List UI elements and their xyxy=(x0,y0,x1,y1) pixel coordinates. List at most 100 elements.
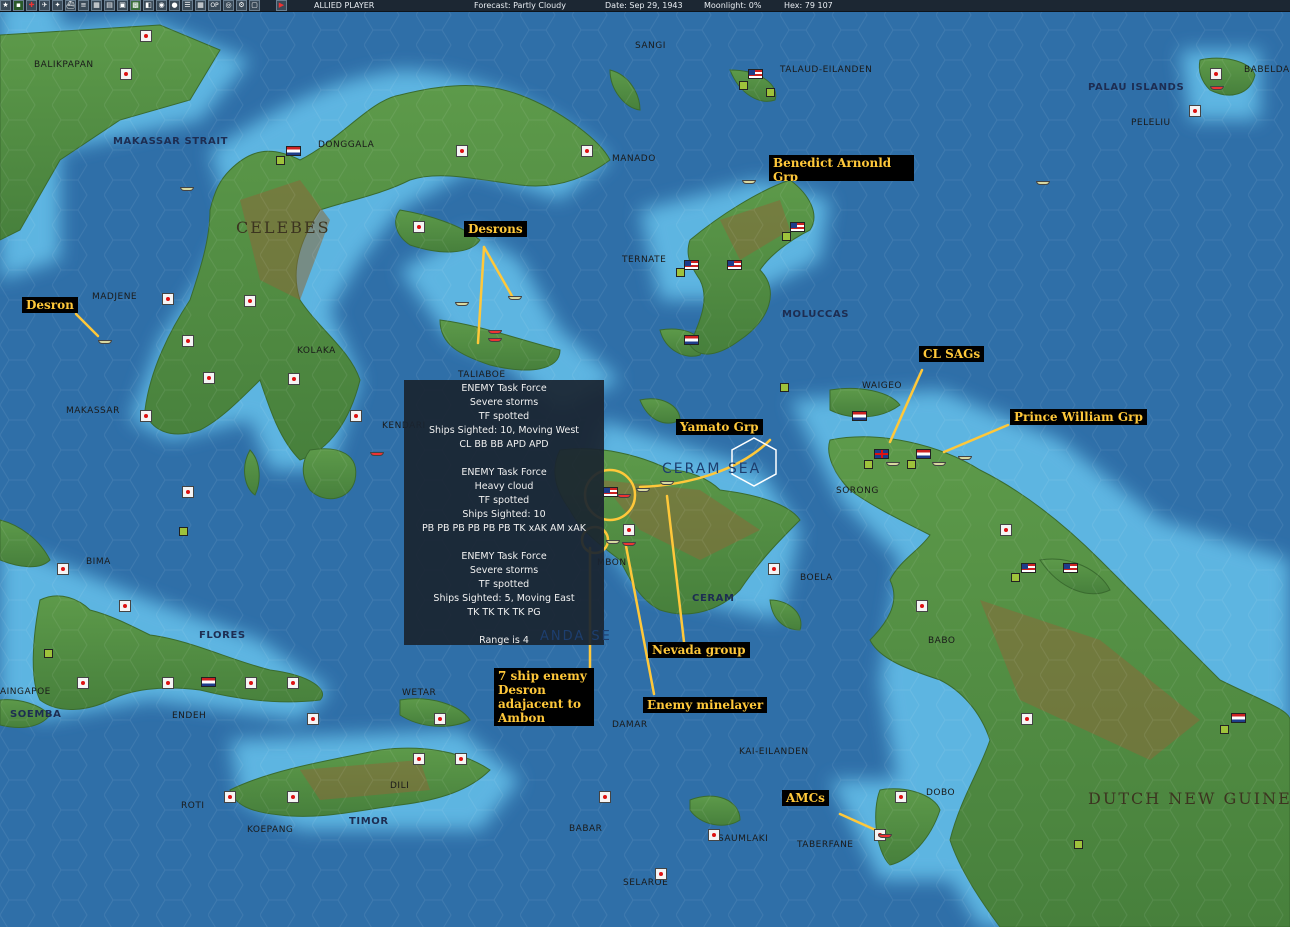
allied-ship-icon[interactable] xyxy=(886,462,900,466)
ground-unit-icon[interactable]: ▪ xyxy=(13,0,24,11)
allied-ship-icon[interactable] xyxy=(606,540,620,544)
enemy-ship-icon[interactable] xyxy=(878,834,892,838)
ground-unit-icon[interactable] xyxy=(907,460,916,469)
list-icon[interactable]: ≡ xyxy=(78,0,89,11)
save-icon[interactable]: ▢ xyxy=(249,0,260,11)
enemy-base-marker[interactable] xyxy=(77,677,89,689)
enemy-base-marker[interactable] xyxy=(708,829,720,841)
ship-list-icon[interactable]: ☰ xyxy=(182,0,193,11)
allied-ship-icon[interactable] xyxy=(742,180,756,184)
chart-icon[interactable]: ◧ xyxy=(143,0,154,11)
enemy-base-marker[interactable] xyxy=(182,486,194,498)
red-cross-icon[interactable]: ✚ xyxy=(26,0,37,11)
ground-unit-icon[interactable] xyxy=(1074,840,1083,849)
ground-unit-icon[interactable] xyxy=(864,460,873,469)
enemy-base-marker[interactable] xyxy=(1189,105,1201,117)
globe-icon[interactable]: ◉ xyxy=(156,0,167,11)
settings-icon[interactable]: ⚙ xyxy=(236,0,247,11)
ground-unit-icon[interactable] xyxy=(782,232,791,241)
enemy-base-marker[interactable] xyxy=(119,600,131,612)
airfield-icon[interactable]: ✦ xyxy=(52,0,63,11)
ground-unit-icon[interactable] xyxy=(44,649,53,658)
dutch-flag-icon[interactable] xyxy=(201,677,216,687)
enemy-base-marker[interactable] xyxy=(413,753,425,765)
enemy-base-marker[interactable] xyxy=(350,410,362,422)
allied-ship-icon[interactable] xyxy=(455,302,469,306)
enemy-base-marker[interactable] xyxy=(413,221,425,233)
aircraft-icon[interactable]: ✈ xyxy=(39,0,50,11)
us-flag-icon[interactable] xyxy=(1021,563,1036,573)
enemy-base-marker[interactable] xyxy=(120,68,132,80)
dutch-flag-icon[interactable] xyxy=(1231,713,1246,723)
allied-ship-icon[interactable] xyxy=(1036,181,1050,185)
enemy-ship-icon[interactable] xyxy=(370,452,384,456)
us-flag-icon[interactable] xyxy=(1063,563,1078,573)
enemy-ship-icon[interactable] xyxy=(1210,86,1224,90)
enemy-base-marker[interactable] xyxy=(581,145,593,157)
uk-flag-icon[interactable] xyxy=(874,449,889,459)
ground-unit-icon[interactable] xyxy=(276,156,285,165)
enemy-base-marker[interactable] xyxy=(244,295,256,307)
grid-icon[interactable]: ▦ xyxy=(195,0,206,11)
base-icon[interactable]: ▦ xyxy=(91,0,102,11)
us-flag-icon[interactable] xyxy=(603,487,618,497)
enemy-base-marker[interactable] xyxy=(287,791,299,803)
ground-unit-icon[interactable] xyxy=(179,527,188,536)
end-turn-icon[interactable]: ▶ xyxy=(276,0,287,11)
op-button[interactable]: OP xyxy=(208,0,221,11)
ship-icon[interactable]: ⛴ xyxy=(65,0,76,11)
enemy-base-marker[interactable] xyxy=(224,791,236,803)
us-flag-icon[interactable] xyxy=(790,222,805,232)
enemy-base-marker[interactable] xyxy=(140,30,152,42)
ground-unit-icon[interactable] xyxy=(766,88,775,97)
map-icon[interactable]: ▩ xyxy=(130,0,141,11)
ground-unit-icon[interactable] xyxy=(739,81,748,90)
enemy-base-marker[interactable] xyxy=(655,868,667,880)
dutch-flag-icon[interactable] xyxy=(286,146,301,156)
enemy-base-marker[interactable] xyxy=(203,372,215,384)
enemy-ship-icon[interactable] xyxy=(617,494,631,498)
target-icon[interactable]: ◎ xyxy=(223,0,234,11)
dutch-flag-icon[interactable] xyxy=(852,411,867,421)
star-icon[interactable]: ★ xyxy=(0,0,11,11)
allied-ship-icon[interactable] xyxy=(958,456,972,460)
enemy-base-marker[interactable] xyxy=(162,293,174,305)
enemy-base-marker[interactable] xyxy=(287,677,299,689)
enemy-ship-icon[interactable] xyxy=(488,330,502,334)
enemy-base-marker[interactable] xyxy=(916,600,928,612)
ground-unit-icon[interactable] xyxy=(676,268,685,277)
allied-ship-icon[interactable] xyxy=(180,187,194,191)
enemy-base-marker[interactable] xyxy=(182,335,194,347)
enemy-base-marker[interactable] xyxy=(768,563,780,575)
dutch-flag-icon[interactable] xyxy=(684,335,699,345)
enemy-ship-icon[interactable] xyxy=(488,338,502,342)
enemy-base-marker[interactable] xyxy=(1210,68,1222,80)
enemy-base-marker[interactable] xyxy=(245,677,257,689)
enemy-base-marker[interactable] xyxy=(1000,524,1012,536)
report-icon[interactable]: ▣ xyxy=(117,0,128,11)
enemy-base-marker[interactable] xyxy=(455,753,467,765)
enemy-base-marker[interactable] xyxy=(140,410,152,422)
circle-icon[interactable]: ● xyxy=(169,0,180,11)
enemy-base-marker[interactable] xyxy=(288,373,300,385)
enemy-base-marker[interactable] xyxy=(456,145,468,157)
enemy-base-marker[interactable] xyxy=(162,677,174,689)
enemy-base-marker[interactable] xyxy=(895,791,907,803)
allied-ship-icon[interactable] xyxy=(660,481,674,485)
us-flag-icon[interactable] xyxy=(727,260,742,270)
us-flag-icon[interactable] xyxy=(684,260,699,270)
enemy-base-marker[interactable] xyxy=(307,713,319,725)
ground-unit-icon[interactable] xyxy=(780,383,789,392)
ground-unit-icon[interactable] xyxy=(1011,573,1020,582)
allied-ship-icon[interactable] xyxy=(508,296,522,300)
enemy-base-marker[interactable] xyxy=(599,791,611,803)
enemy-base-marker[interactable] xyxy=(1021,713,1033,725)
enemy-base-marker[interactable] xyxy=(434,713,446,725)
allied-ship-icon[interactable] xyxy=(636,488,650,492)
enemy-base-marker[interactable] xyxy=(623,524,635,536)
allied-ship-icon[interactable] xyxy=(932,462,946,466)
document-icon[interactable]: ▤ xyxy=(104,0,115,11)
allied-ship-icon[interactable] xyxy=(98,340,112,344)
us-flag-icon[interactable] xyxy=(748,69,763,79)
enemy-ship-icon[interactable] xyxy=(622,542,636,546)
